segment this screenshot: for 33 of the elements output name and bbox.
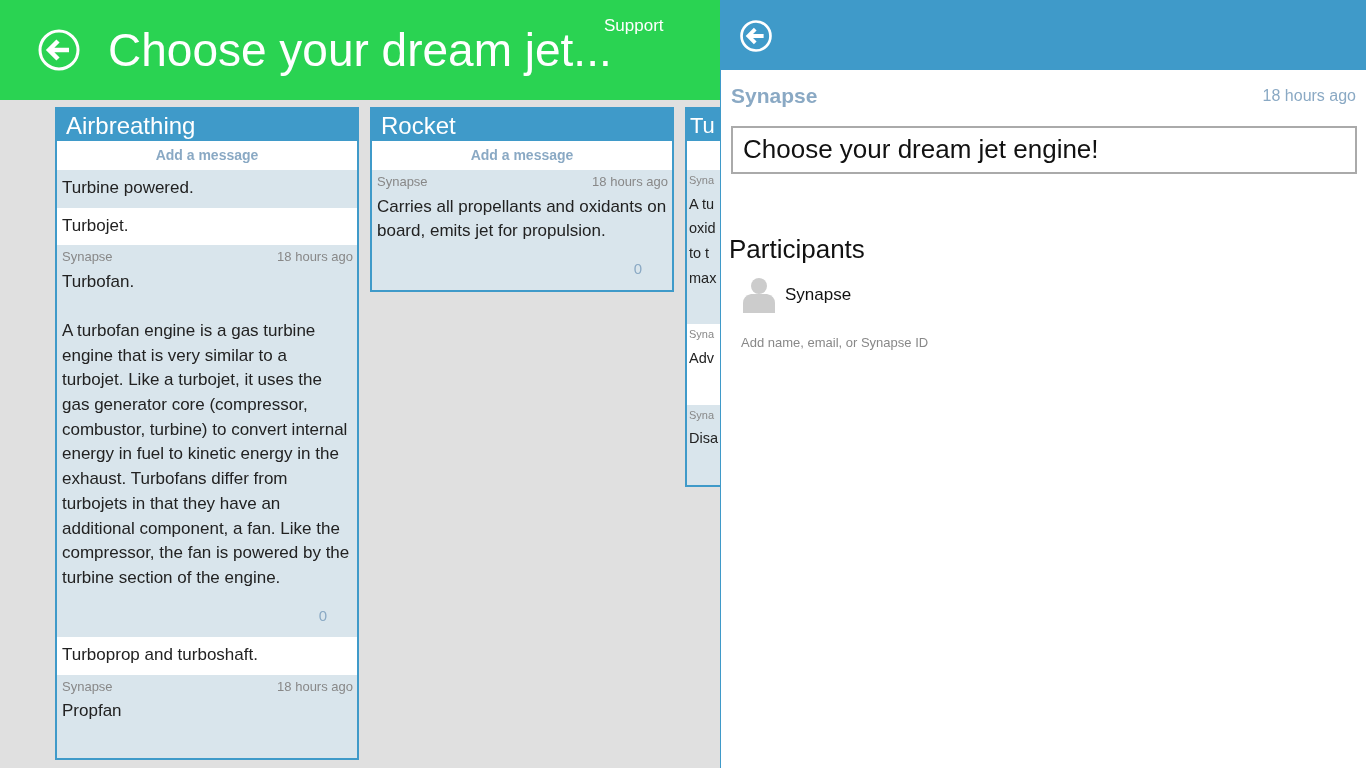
participants-heading: Participants (729, 232, 866, 266)
participant-name: Synapse (785, 283, 852, 306)
avatar-icon (743, 276, 775, 313)
column-title: Rocket (372, 109, 672, 141)
message-text: Turbojet. (62, 214, 130, 237)
column-title: Tu (687, 109, 720, 141)
author-name: Syna (689, 407, 715, 423)
message-text: Propfan (62, 700, 123, 723)
message-text: Adv (689, 348, 715, 368)
message-text: Disa (689, 429, 719, 448)
message-text: Carries all propellants and oxidants on board, emits jet for propulsion. (377, 195, 668, 243)
author-name: Synapse (62, 677, 113, 696)
message-text: Turbine powered. (62, 177, 195, 199)
add-message-button[interactable]: Add a message (57, 141, 357, 170)
add-message-button[interactable]: Add a message (372, 141, 672, 170)
message-text: A tu oxid to t max (689, 194, 718, 288)
timestamp: 18 hours ago (277, 677, 353, 696)
author-name: Synapse (62, 248, 113, 266)
timestamp: 18 hours ago (277, 248, 353, 266)
author-name: Synapse (731, 83, 818, 109)
author-name: Syna (689, 327, 715, 343)
reply-count: 0 (317, 605, 328, 626)
reply-count: 0 (632, 258, 643, 279)
title-field[interactable]: Choose your dream jet engine! (731, 125, 1357, 174)
timestamp: 18 hours ago (1262, 86, 1356, 106)
author-name: Syna (689, 173, 715, 188)
message-text: Turbofan. A turbofan engine is a gas turbine engine that is very similar to a turbojet. Like a turbojet, it uses the gas generator core (compressor, combustor, turbine) to convert internal energy in fuel to kinetic energy in the exhaust. Turbofans differ from turbojets in that they have an additional component, a fan. Like the compressor, the fan is powered by the turbine section of the engine. (62, 270, 351, 589)
back-button[interactable] (38, 29, 80, 71)
back-button[interactable] (740, 20, 772, 52)
column-title: Airbreathing (57, 109, 357, 141)
message-text: Turboprop and turboshaft. (62, 644, 259, 667)
timestamp: 18 hours ago (592, 173, 668, 191)
author-name: Synapse (377, 173, 428, 191)
